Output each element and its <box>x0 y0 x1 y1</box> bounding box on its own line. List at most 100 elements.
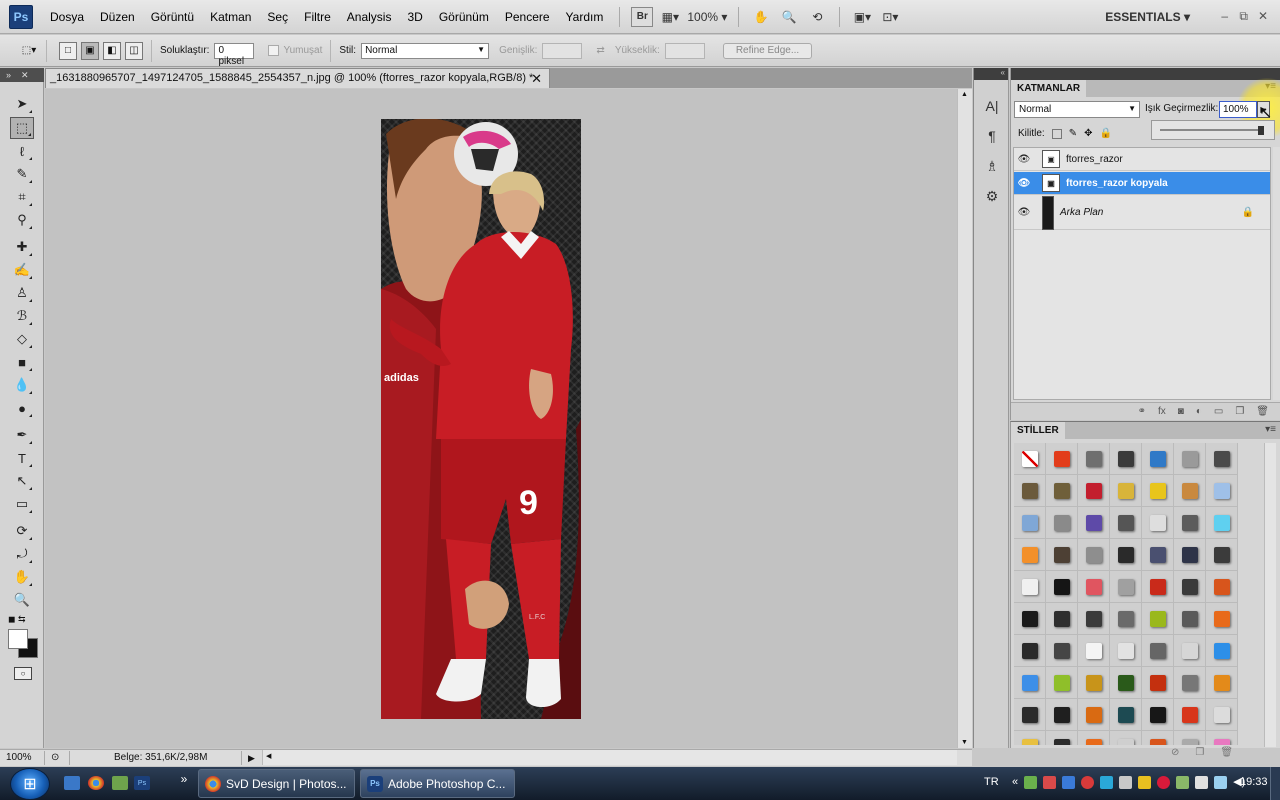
style-swatch-cell[interactable] <box>1142 507 1174 539</box>
minimize-button[interactable]: – <box>1221 0 1228 32</box>
layer-row[interactable]: 👁 ▣ ftorres_razor <box>1014 148 1270 171</box>
style-swatch-cell[interactable] <box>1206 603 1238 635</box>
opacity-input[interactable]: 100% <box>1219 101 1257 118</box>
new-selection-icon[interactable]: □ <box>59 41 77 60</box>
zoom-tool-icon[interactable]: 🔍 <box>778 7 800 27</box>
style-swatch-cell[interactable] <box>1110 539 1142 571</box>
rotate-view-icon[interactable]: ⟲ <box>806 7 828 27</box>
style-swatch-cell[interactable] <box>1110 699 1142 731</box>
restore-button[interactable]: ⧉ <box>1239 0 1248 32</box>
expand-tools-icon[interactable]: » <box>6 70 11 80</box>
style-swatch-cell[interactable] <box>1174 571 1206 603</box>
tray-app-icon[interactable] <box>1081 776 1095 789</box>
subtract-selection-icon[interactable]: ◧ <box>103 41 121 60</box>
foreground-color-swatch[interactable] <box>8 629 28 649</box>
menu-filter[interactable]: Filtre <box>296 0 339 34</box>
hand-tool-icon[interactable]: ✋ <box>750 7 772 27</box>
style-swatch-cell[interactable] <box>1206 475 1238 507</box>
tray-app-icon[interactable] <box>1062 776 1076 789</box>
tray-app-icon[interactable] <box>1157 776 1171 789</box>
workspace-switcher[interactable]: ESSENTIALS ▾ <box>1105 0 1190 34</box>
close-tools-icon[interactable]: ✕ <box>21 70 29 80</box>
style-swatch-cell[interactable] <box>1046 667 1078 699</box>
canvas-horizontal-scrollbar[interactable]: ◀ <box>262 750 957 765</box>
scroll-up-arrow-icon[interactable]: ▲ <box>961 91 968 98</box>
style-swatch-cell[interactable] <box>1078 699 1110 731</box>
tray-expand-icon[interactable]: « <box>1012 776 1018 789</box>
arrange-documents-icon[interactable]: ▣▾ <box>851 7 873 27</box>
dodge-tool-icon[interactable]: ● <box>10 397 34 419</box>
style-swatch-cell[interactable] <box>1174 603 1206 635</box>
style-swatch-cell[interactable] <box>1046 699 1078 731</box>
crop-tool-icon[interactable]: ⌗ <box>10 186 34 208</box>
style-swatch-cell[interactable] <box>1110 507 1142 539</box>
style-swatch-cell[interactable] <box>1142 443 1174 475</box>
visibility-eye-icon[interactable]: 👁 <box>1014 154 1034 165</box>
screen-mode-icon[interactable]: ⊡▾ <box>879 7 901 27</box>
tools-panel-header[interactable]: » ✕ <box>0 68 44 82</box>
delete-style-icon[interactable]: 🗑 <box>1220 747 1233 758</box>
type-tool-icon[interactable]: T <box>10 447 34 469</box>
style-swatch-cell[interactable] <box>1206 731 1238 745</box>
style-swatch-cell[interactable] <box>1174 507 1206 539</box>
network-icon[interactable] <box>1214 776 1228 789</box>
blur-tool-icon[interactable]: 💧 <box>10 374 34 396</box>
add-mask-icon[interactable]: ◙ <box>1178 406 1184 417</box>
document-size-info[interactable]: Belge: 351,6K/2,98M <box>70 751 242 765</box>
style-swatch-cell[interactable] <box>1174 443 1206 475</box>
opacity-slider-track[interactable] <box>1160 129 1260 131</box>
style-swatch-cell[interactable] <box>1206 571 1238 603</box>
lock-all-icon[interactable]: 🔒 <box>1099 128 1111 139</box>
style-swatch-cell[interactable] <box>1206 699 1238 731</box>
quick-select-tool-icon[interactable]: ✎ <box>10 163 34 185</box>
style-swatch-cell[interactable] <box>1206 507 1238 539</box>
clear-style-icon[interactable]: ⊘ <box>1171 747 1179 758</box>
lock-pixels-icon[interactable]: ✎ <box>1069 128 1077 139</box>
tray-app-icon[interactable] <box>1119 776 1133 789</box>
healing-brush-tool-icon[interactable]: ✚ <box>10 236 34 258</box>
style-swatch-cell[interactable] <box>1078 507 1110 539</box>
visibility-eye-icon[interactable]: 👁 <box>1014 178 1034 189</box>
lock-transparency-icon[interactable] <box>1051 128 1062 139</box>
style-swatch-cell[interactable] <box>1078 667 1110 699</box>
style-swatch-cell[interactable] <box>1014 699 1046 731</box>
style-swatch-cell[interactable] <box>1110 635 1142 667</box>
close-button[interactable]: ✕ <box>1258 0 1268 32</box>
layer-row[interactable]: 👁 Arka Plan 🔒 <box>1014 195 1270 230</box>
canvas-vertical-scrollbar[interactable]: ▲ ▼ <box>957 89 972 748</box>
3d-orbit-tool-icon[interactable]: ⤾ <box>10 543 34 565</box>
blend-mode-select[interactable]: Normal ▼ <box>1014 101 1140 118</box>
style-swatch-cell[interactable] <box>1174 699 1206 731</box>
marquee-preset-icon[interactable]: ⬚▾ <box>20 42 38 60</box>
style-swatch-cell[interactable] <box>1078 571 1110 603</box>
bridge-button[interactable]: Br <box>631 6 654 27</box>
style-swatch-cell[interactable] <box>1174 635 1206 667</box>
style-swatch-cell[interactable] <box>1110 443 1142 475</box>
style-swatch-cell[interactable] <box>1206 443 1238 475</box>
photoshop-logo-icon[interactable]: Ps <box>9 4 33 29</box>
swap-dimensions-icon[interactable]: ⇄ <box>596 45 604 56</box>
style-swatch-cell[interactable] <box>1078 731 1110 745</box>
adjustment-layer-icon[interactable]: ◐ <box>1196 406 1202 417</box>
style-swatch-cell[interactable] <box>1110 571 1142 603</box>
menu-file[interactable]: Dosya <box>42 0 92 34</box>
style-swatch-cell[interactable] <box>1014 539 1046 571</box>
menu-layer[interactable]: Katman <box>202 0 259 34</box>
new-group-icon[interactable]: ▭ <box>1214 406 1223 417</box>
menu-3d[interactable]: 3D <box>399 0 430 34</box>
tray-app-icon[interactable] <box>1024 776 1038 789</box>
document-image[interactable]: 9 L.F.C adidas <box>381 119 581 719</box>
hand-tool-icon[interactable]: ✋ <box>10 566 34 588</box>
style-swatch-cell[interactable] <box>1174 475 1206 507</box>
tray-app-icon[interactable] <box>1176 776 1190 789</box>
eyedropper-tool-icon[interactable]: ⚲ <box>10 209 34 231</box>
panel-grip[interactable] <box>1011 68 1280 80</box>
style-swatch-cell[interactable] <box>1046 507 1078 539</box>
style-swatch-cell[interactable] <box>1142 475 1174 507</box>
style-swatch-cell[interactable] <box>1078 603 1110 635</box>
style-swatch-cell[interactable] <box>1046 571 1078 603</box>
layers-tab[interactable]: KATMANLAR <box>1011 80 1087 97</box>
style-swatch-cell[interactable] <box>1142 539 1174 571</box>
style-swatch-cell[interactable] <box>1110 603 1142 635</box>
zoom-tool-icon[interactable]: 🔍 <box>10 589 34 611</box>
